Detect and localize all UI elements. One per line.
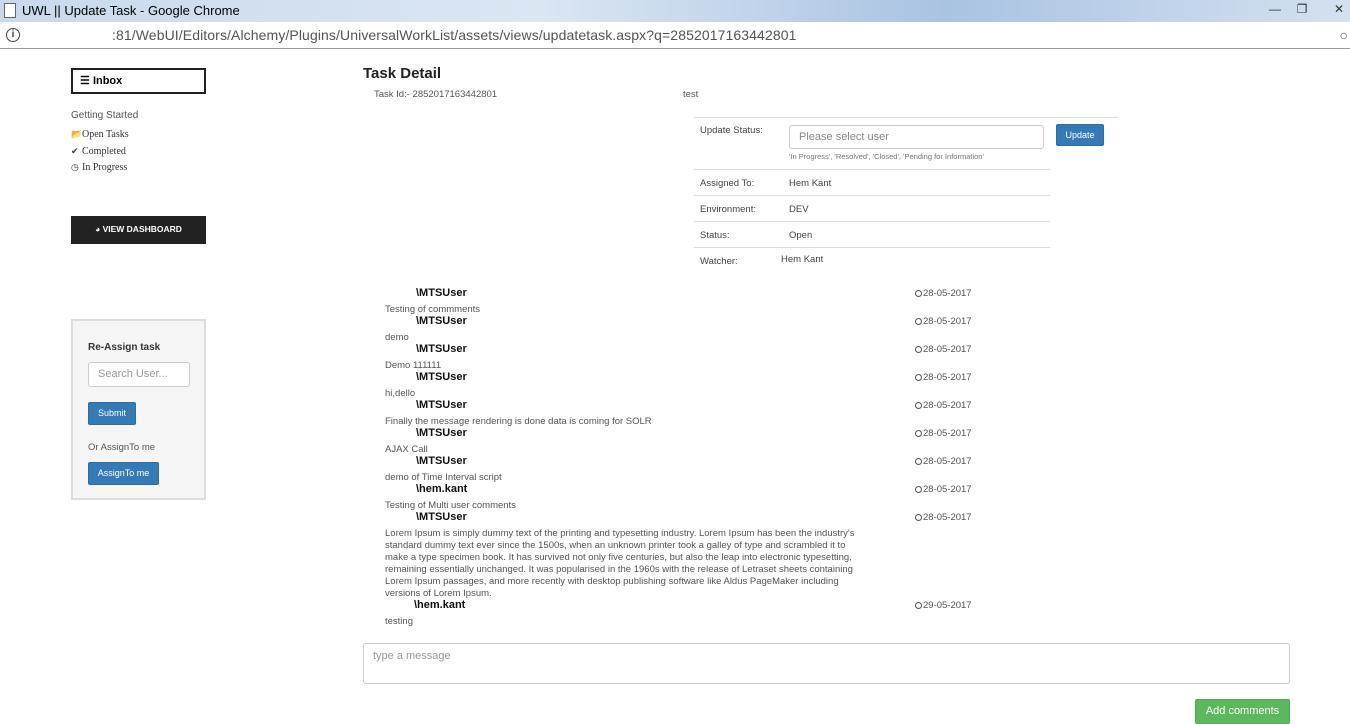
- comment-user: \MTSUser: [416, 511, 467, 523]
- detail-row-environment: Environment: DEV: [694, 195, 1050, 221]
- comment-user: \MTSUser: [416, 399, 467, 411]
- status-help-text: 'In Progress', 'Resolved', 'Closed', 'Pe…: [789, 152, 984, 161]
- status-select-input[interactable]: Please select user: [789, 125, 1044, 149]
- detail-label: Assigned To:: [700, 178, 755, 189]
- detail-value: Open: [789, 230, 813, 241]
- update-button[interactable]: Update: [1056, 124, 1104, 146]
- url-text[interactable]: :81/WebUI/Editors/Alchemy/Plugins/Univer…: [112, 27, 796, 43]
- comment-text: demo of Time Interval script: [385, 472, 502, 483]
- submit-button[interactable]: Submit: [88, 402, 136, 425]
- clock-icon: [915, 458, 922, 465]
- detail-label: Status:: [700, 230, 730, 241]
- dashboard-icon: ◕: [95, 224, 101, 234]
- comment-date: 28-05-2017: [915, 372, 972, 383]
- comment-user: \MTSUser: [416, 455, 467, 467]
- detail-value: Hem Kant: [789, 178, 832, 189]
- nav-item-label: In Progress: [82, 162, 128, 173]
- address-bar[interactable]: i :81/WebUI/Editors/Alchemy/Plugins/Univ…: [0, 22, 1350, 49]
- comment-user: \MTSUser: [416, 315, 467, 327]
- nav-item-label: Completed: [82, 146, 126, 157]
- detail-row-status: Status: Open: [694, 221, 1050, 247]
- restore-icon[interactable]: ❐: [1289, 2, 1315, 18]
- add-comments-button[interactable]: Add comments: [1195, 699, 1290, 724]
- comment-user: \MTSUser: [416, 427, 467, 439]
- view-dashboard-button[interactable]: ◕ VIEW DASHBOARD: [71, 216, 206, 244]
- nav-item-completed[interactable]: ✔ Completed: [71, 146, 126, 157]
- detail-value: DEV: [789, 204, 809, 215]
- zoom-icon[interactable]: ○: [1340, 27, 1348, 43]
- comment-text: demo: [385, 332, 409, 343]
- inbox-button[interactable]: ☰ Inbox: [71, 68, 206, 94]
- folder-open-icon: 📂: [71, 129, 83, 139]
- task-id: Task Id:- 2852017163442801: [374, 89, 498, 100]
- nav-item-label: Open Tasks: [82, 129, 129, 140]
- detail-row-assigned: Assigned To: Hem Kant: [694, 169, 1050, 195]
- task-name: test: [683, 89, 699, 100]
- comment-text: Lorem Ipsum is simply dummy text of the …: [385, 528, 855, 599]
- window-titlebar: UWL || Update Task - Google Chrome — ❐ ✕: [0, 0, 1350, 22]
- nav-item-open-tasks[interactable]: 📂Open Tasks: [71, 129, 129, 140]
- detail-value: Hem Kant: [781, 254, 824, 265]
- dashboard-label: VIEW DASHBOARD: [102, 224, 182, 234]
- assign-to-me-button[interactable]: AssignTo me: [88, 462, 159, 485]
- clock-icon: [915, 514, 922, 521]
- comment-text: Demo 111111: [385, 360, 442, 371]
- page-title: Task Detail: [363, 65, 442, 82]
- comment-date: 29-05-2017: [915, 600, 972, 611]
- list-icon: ☰: [80, 75, 90, 87]
- comment-user: \hem.kant: [414, 599, 466, 611]
- comment-user: \MTSUser: [416, 287, 467, 299]
- comment-date: 28-05-2017: [915, 456, 972, 467]
- clock-icon: [915, 402, 922, 409]
- comment-text: testing: [385, 616, 413, 627]
- message-textarea[interactable]: type a message: [363, 643, 1290, 684]
- check-circle-icon: ✔: [71, 146, 79, 156]
- close-icon[interactable]: ✕: [1326, 2, 1350, 18]
- divider: [694, 117, 1118, 118]
- comment-user: \MTSUser: [416, 371, 467, 383]
- comment-text: Testing of commments: [385, 304, 481, 315]
- window-title: UWL || Update Task - Google Chrome: [22, 3, 240, 18]
- inbox-label: Inbox: [92, 75, 123, 87]
- comment-text: Finally the message rendering is done da…: [385, 416, 652, 427]
- reassign-title: Re-Assign task: [88, 342, 161, 353]
- clock-icon: [915, 318, 922, 325]
- comment-text: hi,dello: [385, 388, 416, 399]
- nav-item-in-progress[interactable]: ◷ In Progress: [71, 162, 127, 173]
- comment-date: 28-05-2017: [915, 344, 972, 355]
- page-icon: [4, 3, 16, 18]
- comment-date: 28-05-2017: [915, 288, 972, 299]
- clock-icon: [915, 486, 922, 493]
- clock-icon: [915, 290, 922, 297]
- minimize-icon[interactable]: —: [1262, 2, 1288, 18]
- clock-icon: [915, 346, 922, 353]
- reassign-panel: Re-Assign task Search User... Submit Or …: [71, 319, 206, 500]
- comment-date: 28-05-2017: [915, 428, 972, 439]
- comment-text: Testing of Multi user comments: [385, 500, 516, 511]
- getting-started-heading: Getting Started: [71, 110, 139, 121]
- info-icon[interactable]: i: [6, 28, 20, 42]
- detail-label: Environment:: [700, 204, 756, 215]
- comment-user: \MTSUser: [416, 343, 467, 355]
- comment-user: \hem.kant: [416, 483, 468, 495]
- search-user-input[interactable]: Search User...: [88, 362, 190, 387]
- comment-date: 28-05-2017: [915, 316, 972, 327]
- or-assign-label: Or AssignTo me: [88, 442, 156, 453]
- comment-date: 28-05-2017: [915, 512, 972, 523]
- clock-icon: [915, 374, 922, 381]
- comment-text: AJAX Call: [385, 444, 428, 455]
- clock-icon: [915, 602, 922, 609]
- comment-date: 28-05-2017: [915, 400, 972, 411]
- clock-icon: ◷: [71, 162, 79, 172]
- comment-date: 28-05-2017: [915, 484, 972, 495]
- detail-row-watcher: Watcher: Hem Kant: [694, 247, 1050, 273]
- clock-icon: [915, 430, 922, 437]
- detail-label: Watcher:: [700, 256, 738, 267]
- update-status-label: Update Status:: [700, 125, 763, 136]
